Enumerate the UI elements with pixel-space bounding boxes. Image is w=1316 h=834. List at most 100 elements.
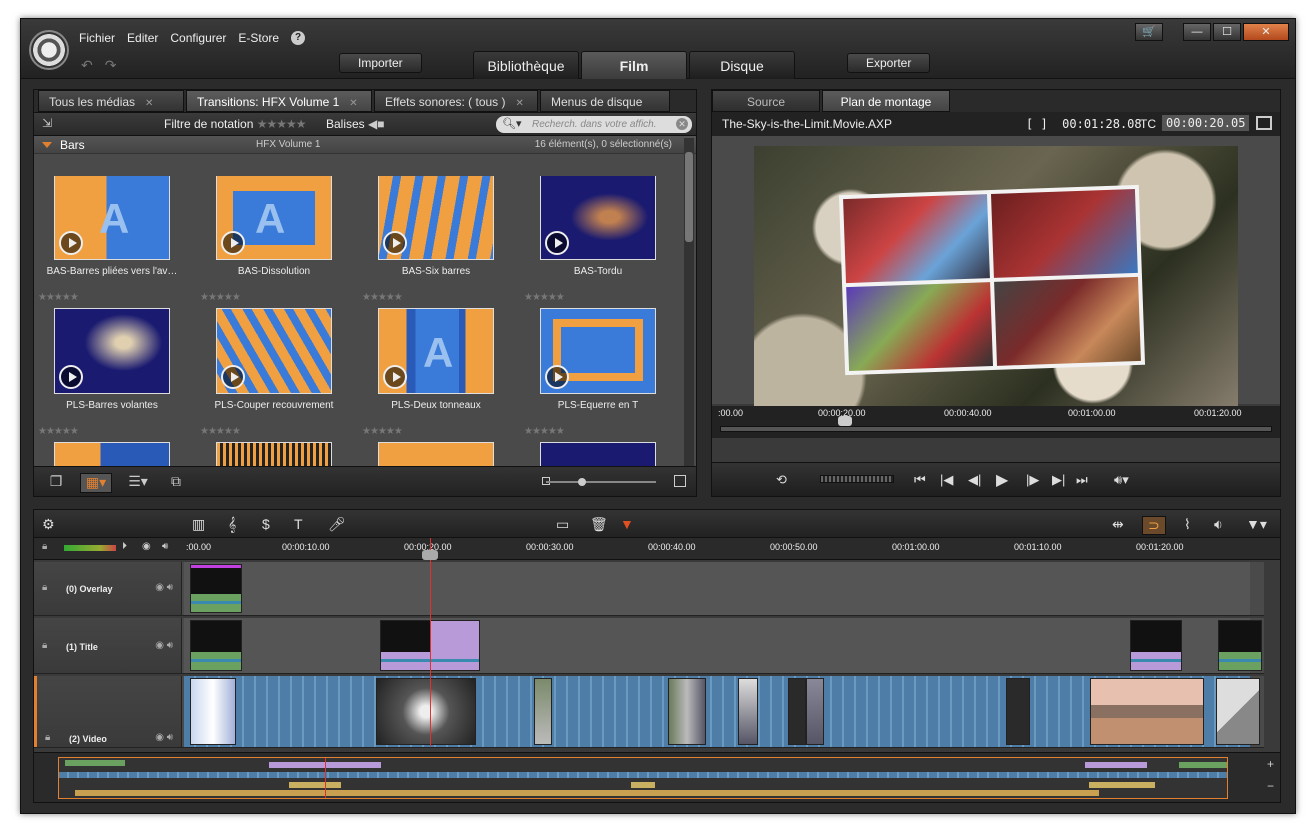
track-content[interactable]: [184, 562, 1250, 615]
library-item[interactable]: ★★★★★ PLS-Barres volantes: [34, 292, 184, 422]
item-rating[interactable]: ★★★★★: [524, 426, 565, 437]
clip[interactable]: [190, 620, 242, 671]
clip[interactable]: [806, 678, 824, 745]
item-thumbnail[interactable]: [540, 176, 656, 260]
zoom-out-icon[interactable]: −: [1267, 779, 1274, 793]
library-item[interactable]: ★★★★★ A PLS-Deux tonneaux: [358, 292, 508, 422]
menu-edit[interactable]: Editer: [127, 31, 158, 45]
clip[interactable]: [190, 564, 242, 613]
item-rating[interactable]: ★★★★★: [524, 292, 565, 303]
scorefitter-icon[interactable]: $: [262, 516, 270, 532]
close-button[interactable]: ✕: [1243, 23, 1289, 41]
step-back-icon[interactable]: ◀|: [968, 472, 981, 488]
playhead-handle[interactable]: [422, 550, 438, 560]
redo-icon[interactable]: ↷: [105, 57, 117, 74]
fullscreen-icon[interactable]: [1256, 116, 1272, 130]
lock-icon[interactable]: 🔒︎: [45, 732, 50, 743]
export-button[interactable]: Exporter: [847, 53, 931, 73]
play-icon[interactable]: ▶: [996, 470, 1008, 490]
tab-library[interactable]: Bibliothèque: [473, 51, 579, 79]
library-item[interactable]: ★★★★★ PLS-Equerre en T: [520, 292, 670, 422]
menu-file[interactable]: Fichier: [79, 31, 115, 45]
jog-shuttle[interactable]: [820, 475, 894, 483]
go-to-start-icon[interactable]: ⏮: [914, 472, 926, 488]
clip[interactable]: [1006, 678, 1030, 745]
item-rating[interactable]: ★★★★★: [38, 292, 79, 303]
scrubber-handle[interactable]: [838, 416, 852, 426]
close-icon[interactable]: ✕: [145, 98, 153, 109]
list-view-icon[interactable]: ☰▾: [122, 473, 154, 493]
zoom-in-icon[interactable]: +: [1267, 757, 1274, 771]
scrubber-track[interactable]: [720, 426, 1272, 432]
magnet-icon[interactable]: ⊃: [1142, 516, 1166, 535]
item-thumbnail[interactable]: A: [216, 176, 332, 260]
clip[interactable]: [1090, 678, 1204, 745]
zoom-in-icon[interactable]: [674, 475, 686, 487]
search-icon[interactable]: 🔍︎▾: [502, 116, 522, 133]
razor-icon[interactable]: ▭: [556, 516, 569, 533]
import-button[interactable]: Importer: [339, 53, 422, 73]
expand-icon[interactable]: [42, 142, 52, 148]
play-icon[interactable]: [221, 231, 245, 255]
go-to-end-icon[interactable]: ⏭: [1076, 472, 1088, 488]
item-thumbnail[interactable]: A: [54, 176, 170, 260]
item-thumbnail[interactable]: [54, 308, 170, 394]
track-options-icon[interactable]: ▼▾: [1246, 516, 1267, 533]
track-content[interactable]: [184, 676, 1260, 747]
play-icon[interactable]: [383, 231, 407, 255]
close-icon[interactable]: ✕: [516, 98, 524, 109]
tab-film[interactable]: Film: [581, 51, 687, 79]
clip[interactable]: [534, 678, 552, 745]
maximize-button[interactable]: ☐: [1213, 23, 1241, 41]
library-scrollbar[interactable]: [684, 138, 694, 466]
undo-icon[interactable]: ↶: [81, 57, 93, 74]
play-icon[interactable]: [59, 365, 83, 389]
import-media-icon[interactable]: ⇲: [42, 116, 52, 130]
track-visibility-icons[interactable]: ◉ 🔊︎: [155, 732, 173, 743]
clip[interactable]: [190, 678, 236, 745]
item-thumbnail[interactable]: [540, 442, 656, 466]
timecode-field[interactable]: 00:00:20.05: [1162, 115, 1250, 131]
item-thumbnail[interactable]: [378, 442, 494, 466]
settings-icon[interactable]: ⚙: [42, 516, 55, 533]
library-item[interactable]: ★★★★★ A BAS-Barres pliées vers l'av…: [34, 176, 184, 288]
item-rating[interactable]: ★★★★★: [362, 426, 403, 437]
clip[interactable]: [376, 678, 476, 745]
dynamic-length-icon[interactable]: ⌇: [1184, 516, 1191, 533]
voiceover-icon[interactable]: 🎤︎: [328, 516, 346, 533]
play-icon[interactable]: [383, 365, 407, 389]
play-icon[interactable]: [545, 231, 569, 255]
previous-clip-icon[interactable]: |◀: [940, 472, 953, 488]
playhead[interactable]: [430, 538, 431, 746]
track-video[interactable]: 🔒︎ (2) Video ◉ 🔊︎: [34, 676, 1264, 748]
library-item[interactable]: ★★★★★: [196, 426, 346, 466]
copy-icon[interactable]: ❐: [40, 473, 72, 493]
preview-icon[interactable]: ⧉: [160, 473, 192, 493]
play-icon[interactable]: ⏵: [122, 541, 127, 552]
audio-mixer-icon[interactable]: ▥: [192, 516, 205, 533]
clip[interactable]: [1130, 620, 1182, 671]
step-forward-icon[interactable]: |▶: [1026, 472, 1039, 488]
delete-icon[interactable]: 🗑︎: [590, 516, 608, 533]
audio-scrub-icon[interactable]: 🔉︎: [1214, 516, 1223, 533]
clip[interactable]: [1216, 678, 1260, 745]
lock-icon[interactable]: 🔒︎: [42, 582, 47, 593]
navigator-window[interactable]: [58, 757, 1228, 799]
library-item[interactable]: ★★★★★ A BAS-Dissolution: [196, 176, 346, 288]
tab-montage[interactable]: Plan de montage: [822, 90, 950, 112]
clear-search-icon[interactable]: ✕: [676, 118, 688, 130]
lock-icon[interactable]: 🔒︎: [42, 541, 47, 552]
player-scrubber[interactable]: :00.00 00:00:20.00 00:00:40.00 00:01:00.…: [712, 406, 1280, 438]
item-thumbnail[interactable]: [216, 308, 332, 394]
item-thumbnail[interactable]: [216, 442, 332, 466]
minimize-button[interactable]: —: [1183, 23, 1211, 41]
track-visibility-icons[interactable]: ◉ 🔊︎: [155, 640, 173, 651]
help-icon[interactable]: ?: [291, 31, 306, 45]
tab-disc[interactable]: Disque: [689, 51, 795, 79]
item-thumbnail[interactable]: [378, 176, 494, 260]
track-visibility-icons[interactable]: ◉ 🔊︎: [155, 582, 173, 593]
clip[interactable]: [788, 678, 806, 745]
item-thumbnail[interactable]: [54, 442, 170, 466]
speaker-icon[interactable]: 🔊︎: [162, 541, 168, 552]
tab-all-media[interactable]: Tous les médias ✕: [38, 90, 184, 112]
